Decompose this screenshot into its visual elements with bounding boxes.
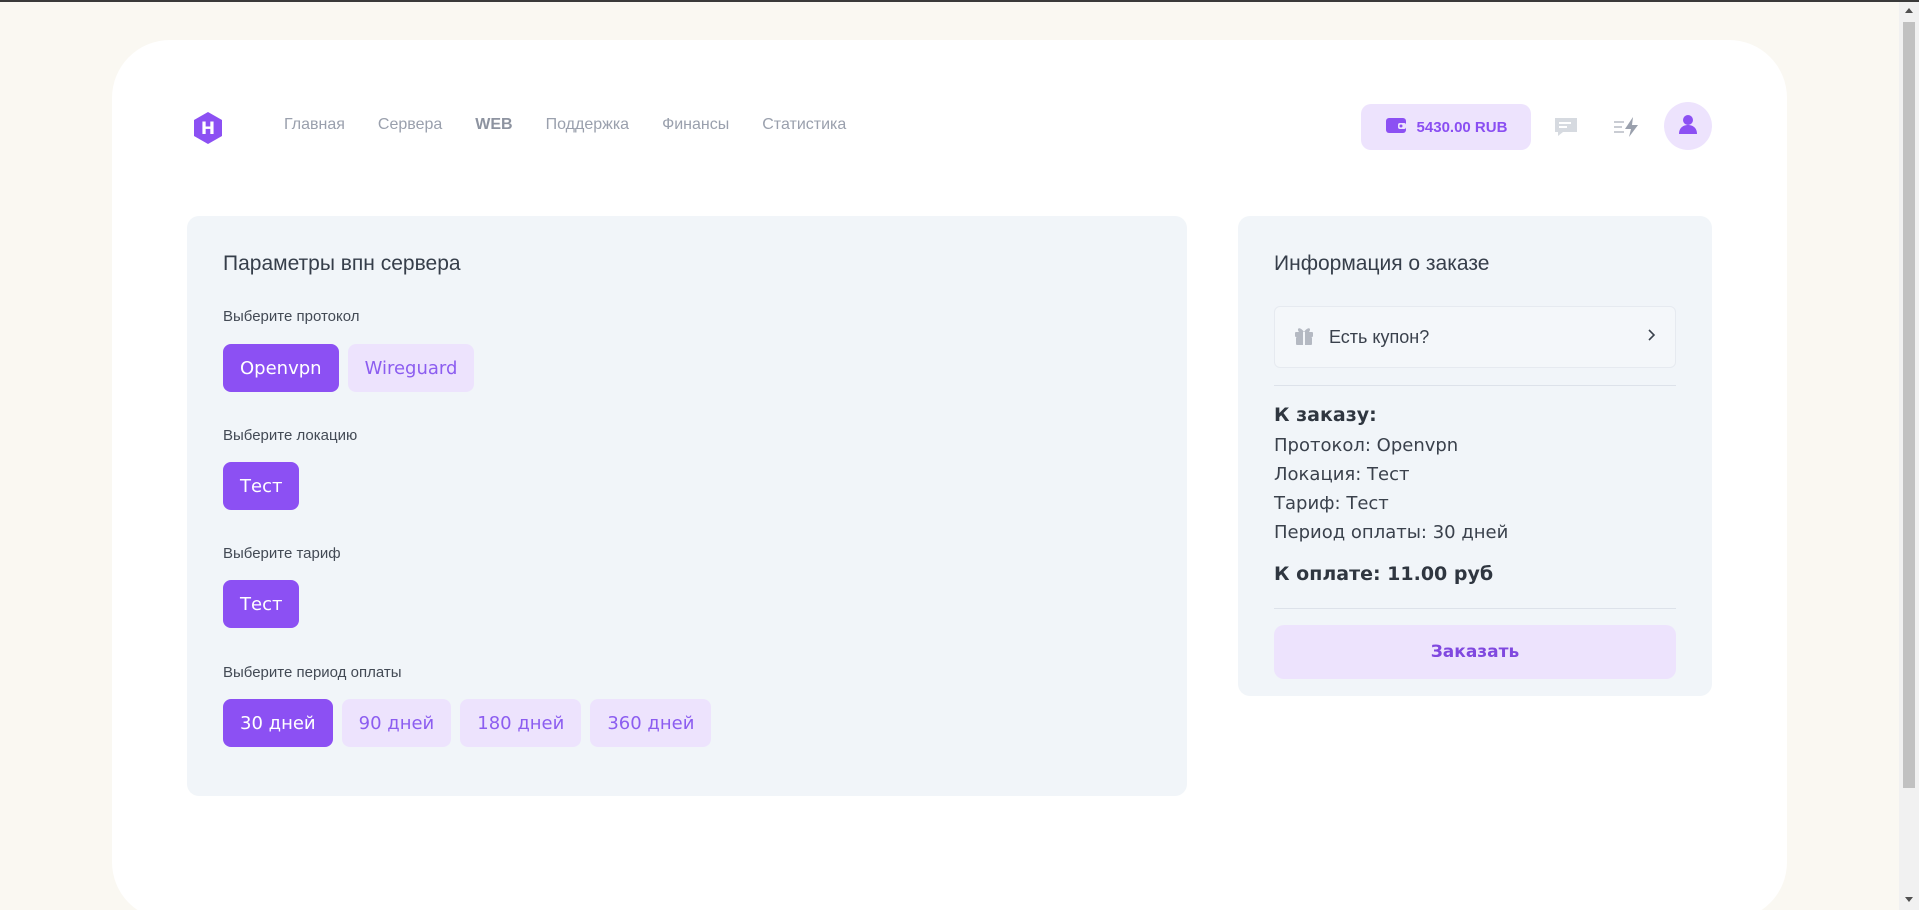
user-avatar[interactable] <box>1664 102 1712 150</box>
scrollbar-thumb[interactable] <box>1903 22 1915 788</box>
protocol-openvpn-button[interactable]: Openvpn <box>223 344 339 392</box>
server-params-card: Параметры впн сервера Выберите протокол … <box>187 216 1187 796</box>
chevron-right-icon <box>1647 328 1657 347</box>
location-label: Выберите локацию <box>223 427 358 444</box>
nav-item-servers[interactable]: Сервера <box>378 116 442 134</box>
divider <box>1274 385 1676 386</box>
scroll-down-icon[interactable] <box>1903 894 1915 906</box>
period-options: 30 дней 90 дней 180 дней 360 дней <box>223 699 712 747</box>
total-price: К оплате: 11.00 руб <box>1274 563 1494 585</box>
summary-title: К заказу: <box>1274 404 1377 426</box>
period-360-button[interactable]: 360 дней <box>590 699 712 747</box>
logo-icon[interactable]: H <box>190 110 226 146</box>
period-90-button[interactable]: 90 дней <box>341 699 452 747</box>
balance-amount: 5430.00 RUB <box>1416 118 1508 136</box>
nav-item-finance[interactable]: Финансы <box>662 116 729 134</box>
svg-text:H: H <box>201 119 215 139</box>
nav-item-statistics[interactable]: Статистика <box>762 116 846 134</box>
tariff-label: Выберите тариф <box>223 545 341 562</box>
summary-protocol: Протокол: Openvpn <box>1274 435 1459 456</box>
main-nav: Главная Сервера WEB Поддержка Финансы Ст… <box>284 116 879 134</box>
user-icon <box>1676 112 1700 141</box>
divider <box>1274 608 1676 609</box>
flash-icon[interactable] <box>1612 112 1642 142</box>
summary-location: Локация: Тест <box>1274 464 1410 485</box>
gift-icon <box>1293 324 1315 351</box>
order-title: Информация о заказе <box>1274 252 1490 275</box>
window-top-border <box>0 0 1919 2</box>
period-label: Выберите период оплаты <box>223 664 402 681</box>
location-options: Тест <box>223 462 300 510</box>
tariff-test-button[interactable]: Тест <box>223 580 300 628</box>
period-30-button[interactable]: 30 дней <box>223 699 333 747</box>
order-button[interactable]: Заказать <box>1274 625 1676 679</box>
tariff-options: Тест <box>223 580 300 628</box>
nav-item-web[interactable]: WEB <box>475 116 512 134</box>
protocol-label: Выберите протокол <box>223 308 360 325</box>
summary-period: Период оплаты: 30 дней <box>1274 522 1509 543</box>
summary-tariff: Тариф: Тест <box>1274 493 1389 514</box>
balance-button[interactable]: 5430.00 RUB <box>1361 104 1531 150</box>
coupon-toggle[interactable]: Есть купон? <box>1274 306 1676 368</box>
order-info-card: Информация о заказе Есть купон? К заказу… <box>1238 216 1712 696</box>
chat-icon[interactable] <box>1551 112 1581 142</box>
scroll-up-icon[interactable] <box>1903 4 1915 16</box>
protocol-wireguard-button[interactable]: Wireguard <box>347 344 475 392</box>
coupon-text: Есть купон? <box>1329 326 1430 347</box>
params-title: Параметры впн сервера <box>223 252 461 275</box>
nav-item-support[interactable]: Поддержка <box>546 116 629 134</box>
protocol-options: Openvpn Wireguard <box>223 344 475 392</box>
location-test-button[interactable]: Тест <box>223 462 300 510</box>
wallet-icon <box>1385 116 1407 139</box>
nav-item-home[interactable]: Главная <box>284 116 345 134</box>
period-180-button[interactable]: 180 дней <box>460 699 582 747</box>
